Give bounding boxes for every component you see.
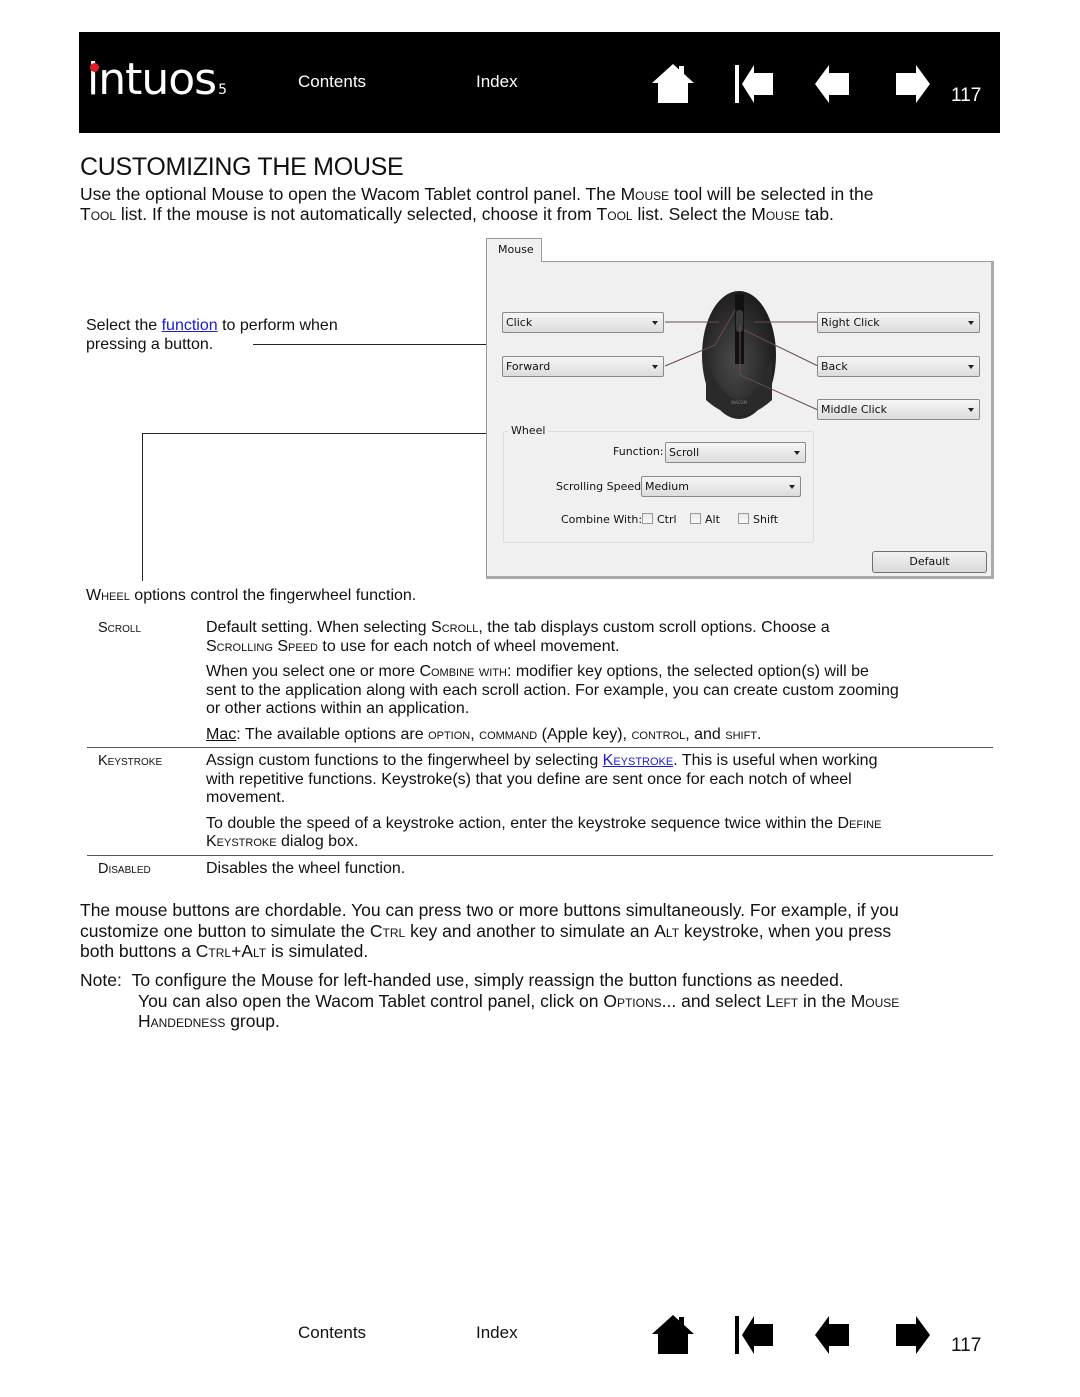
chevron-down-icon [652, 365, 658, 369]
page-title: CUSTOMIZING THE MOUSE [80, 153, 404, 181]
chevron-down-icon [652, 321, 658, 325]
desc-keystroke: Assign custom functions to the fingerwhe… [206, 752, 882, 850]
left-top-button-dropdown[interactable]: Click [502, 312, 664, 333]
contents-link[interactable]: Contents [298, 72, 366, 92]
callout-line-buttons [253, 344, 496, 345]
tab-mouse[interactable]: Mouse [486, 238, 542, 262]
page-number: 117 [951, 85, 982, 106]
wheel-caption: Wheel options control the fingerwheel fu… [86, 587, 417, 604]
home-icon[interactable] [650, 1313, 696, 1355]
term-scroll: Scroll [98, 620, 142, 636]
wheel-group-title: Wheel [508, 424, 549, 437]
first-page-icon[interactable] [732, 1313, 778, 1355]
wheel-function-dropdown[interactable]: Scroll [665, 442, 806, 463]
chordable-paragraph: The mouse buttons are chordable. You can… [80, 900, 899, 961]
term-keystroke: Keystroke [98, 753, 163, 769]
default-button[interactable]: Default [872, 551, 987, 573]
callout-line-wheel [142, 433, 510, 434]
footer-contents-link[interactable]: Contents [298, 1323, 366, 1343]
term-disabled: Disabled [98, 861, 151, 877]
combine-with-label: Combine With: [561, 513, 643, 526]
intro-paragraph: Use the optional Mouse to open the Wacom… [80, 184, 1005, 224]
function-label: Function: [613, 445, 664, 458]
callout-line-wheel-vertical [142, 433, 143, 581]
logo-text: intuos [87, 54, 217, 105]
right-middle-button-dropdown[interactable]: Back [817, 356, 980, 377]
table-divider [87, 855, 993, 856]
next-page-icon[interactable] [888, 62, 934, 104]
right-top-button-dropdown[interactable]: Right Click [817, 312, 980, 333]
logo-dot-icon [90, 63, 99, 72]
chevron-down-icon [794, 451, 800, 455]
previous-page-icon[interactable] [811, 62, 857, 104]
left-bottom-button-dropdown[interactable]: Forward [502, 356, 664, 377]
ctrl-label: Ctrl [657, 513, 677, 526]
mac-label: Mac [206, 725, 237, 743]
scrolling-speed-dropdown[interactable]: Medium [641, 476, 801, 497]
button-annotation: Select the function to perform when pres… [86, 317, 338, 353]
note-paragraph: Note: To configure the Mouse for left-ha… [80, 970, 900, 1031]
function-link[interactable]: function [162, 317, 218, 334]
mouse-image: WACOM [702, 291, 776, 419]
header-bar: intuos 5 Contents Index 117 [79, 32, 1000, 133]
next-page-icon[interactable] [888, 1313, 934, 1355]
chevron-down-icon [968, 408, 974, 412]
shift-checkbox[interactable] [738, 513, 749, 524]
chevron-down-icon [968, 365, 974, 369]
footer-page-number: 117 [951, 1335, 982, 1356]
chevron-down-icon [968, 321, 974, 325]
first-page-icon[interactable] [732, 62, 778, 104]
desc-scroll: Default setting. When selecting Scroll, … [206, 619, 899, 743]
home-icon[interactable] [650, 62, 696, 104]
intuos-logo: intuos 5 [87, 58, 227, 102]
intro-line-2: Tool list. If the mouse is not automatic… [80, 204, 834, 224]
index-link[interactable]: Index [476, 72, 518, 92]
note-label: Note: [80, 970, 122, 990]
footer-index-link[interactable]: Index [476, 1323, 518, 1343]
desc-disabled: Disables the wheel function. [206, 860, 406, 877]
intro-line-1: Use the optional Mouse to open the Wacom… [80, 184, 874, 204]
scrolling-speed-label: Scrolling Speed: [556, 480, 645, 493]
alt-label: Alt [705, 513, 720, 526]
right-bottom-button-dropdown[interactable]: Middle Click [817, 399, 980, 420]
chevron-down-icon [789, 485, 795, 489]
mouse-brand-text: WACOM [731, 400, 747, 405]
alt-checkbox[interactable] [690, 513, 701, 524]
shift-label: Shift [753, 513, 779, 526]
ctrl-checkbox[interactable] [642, 513, 653, 524]
keystroke-link[interactable]: Keystroke [603, 752, 674, 769]
previous-page-icon[interactable] [811, 1313, 857, 1355]
table-divider [87, 747, 993, 748]
logo-version: 5 [218, 82, 228, 98]
